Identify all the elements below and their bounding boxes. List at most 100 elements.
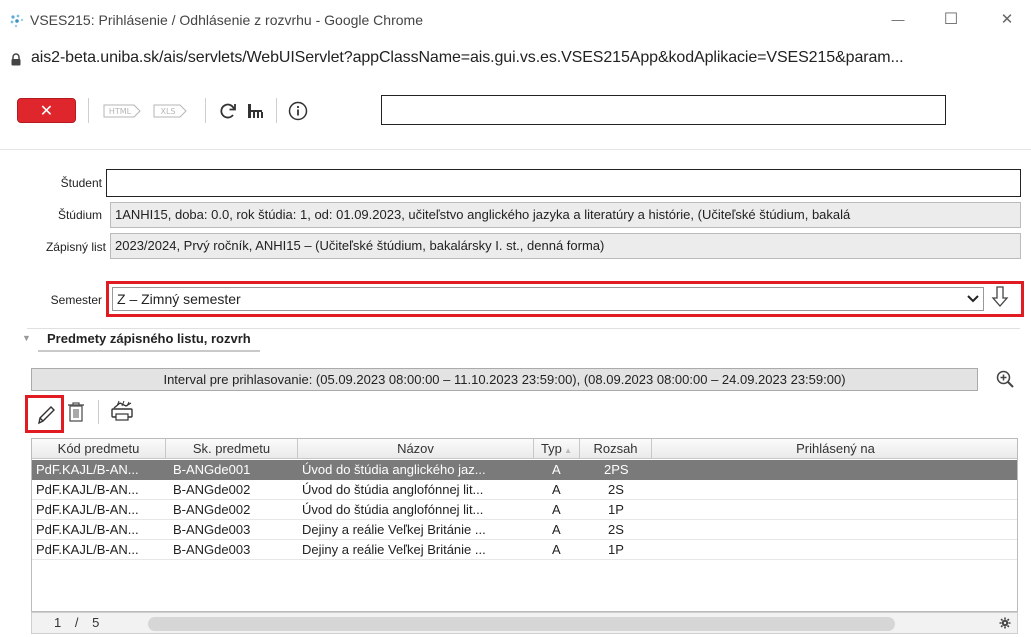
cell-nazov: Úvod do štúdia anglofónnej lit... [302,502,484,517]
table-row[interactable]: PdF.KAJL/B-AN... B-ANGde002 Úvod do štúd… [32,500,1017,520]
cell-nazov: Úvod do štúdia anglofónnej lit... [302,482,484,497]
cell-kod: PdF.KAJL/B-AN... [36,462,139,477]
study-field: 1ANHI15, doba: 0.0, rok štúdia: 1, od: 0… [110,202,1021,228]
cell-rozsah: 1P [608,542,624,557]
app-icon [10,14,24,28]
close-icon: ✕ [1000,11,1014,28]
chevron-down-icon [967,295,979,303]
url-text[interactable]: ais2-beta.uniba.sk/ais/servlets/WebUISer… [31,49,904,67]
column-header-nazov[interactable]: Názov [298,439,534,459]
column-header-prihlaseny[interactable]: Prihlásený na [652,439,1017,459]
hierarchy-icon [248,104,263,118]
xls-export-label: XLS [160,107,175,116]
cell-nazov: Úvod do štúdia anglického jaz... [302,462,486,477]
trash-icon[interactable] [66,401,86,423]
cell-nazov: Dejiny a reálie Veľkej Británie ... [302,522,486,537]
table-row[interactable]: PdF.KAJL/B-AN... B-ANGde003 Dejiny a reá… [32,520,1017,540]
table-row[interactable]: PdF.KAJL/B-AN... B-ANGde002 Úvod do štúd… [32,480,1017,500]
pager-current[interactable]: 1 [54,615,61,630]
cell-sk: B-ANGde002 [173,482,251,497]
cell-rozsah: 2PS [604,462,629,477]
cell-typ: A [552,482,561,497]
cell-typ: A [552,522,561,537]
cell-prihlaseny [656,480,1016,500]
sort-icon: ▲ [561,446,573,455]
export-html-button[interactable]: HTML [102,100,142,122]
pencil-icon[interactable] [36,404,56,426]
column-header-typ[interactable]: Typ ▲ [534,439,580,459]
maximize-icon: ☐ [943,11,959,28]
table-header: Kód predmetu Sk. predmetu Názov Typ ▲ Ro… [32,439,1017,459]
table-row[interactable]: PdF.KAJL/B-AN... B-ANGde003 Dejiny a reá… [32,540,1017,560]
cell-kod: PdF.KAJL/B-AN... [36,542,139,557]
arrow-down-icon[interactable] [990,286,1010,308]
toolbar-divider [98,400,99,424]
section-title: Predmety zápisného listu, rozvrh [47,331,251,346]
cell-prihlaseny [656,540,1016,560]
semester-highlight: Z – Zimný semester [106,281,1024,317]
student-label: Študent [60,176,102,190]
gear-icon[interactable] [999,617,1011,629]
toolbar-divider [276,98,277,123]
html-export-label: HTML [109,107,132,116]
close-app-button[interactable]: ✕ [17,98,76,123]
cell-rozsah: 2S [608,482,624,497]
edit-highlight [25,395,64,433]
info-button[interactable] [287,100,309,122]
column-header-rozsah[interactable]: Rozsah [580,439,652,459]
table-row[interactable]: PdF.KAJL/B-AN... B-ANGde001 Úvod do štúd… [32,460,1017,480]
semester-select[interactable]: Z – Zimný semester [112,287,984,311]
html-export-icon: HTML [103,104,141,118]
window-close-button[interactable]: ✕ [992,6,1022,32]
print-icon[interactable] [110,400,134,422]
cell-kod: PdF.KAJL/B-AN... [36,482,139,497]
cell-prihlaseny [656,520,1016,540]
column-header-sk[interactable]: Sk. predmetu [166,439,298,459]
cell-sk: B-ANGde003 [173,542,251,557]
column-header-typ-label: Typ [540,441,562,456]
semester-label: Semester [50,293,102,307]
pager-total: 5 [92,615,100,630]
semester-value: Z – Zimný semester [117,291,241,307]
pager: 1 / 5 [54,615,99,630]
address-bar[interactable]: ais2-beta.uniba.sk/ais/servlets/WebUISer… [0,40,1031,78]
student-field[interactable] [106,169,1021,197]
cell-sk: B-ANGde002 [173,502,251,517]
registration-interval: Interval pre prihlasovanie: (05.09.2023 … [31,368,978,391]
enrollment-field: 2023/2024, Prvý ročník, ANHI15 – (Učiteľ… [110,233,1021,259]
cell-typ: A [552,542,561,557]
lock-icon [11,53,21,66]
structure-button[interactable] [244,100,266,122]
toolbar-search-input[interactable] [381,95,946,125]
export-xls-button[interactable]: XLS [152,100,188,122]
cell-kod: PdF.KAJL/B-AN... [36,522,139,537]
section-underline [38,350,260,352]
horizontal-scrollbar[interactable] [148,617,895,631]
cell-typ: A [552,462,561,477]
cell-prihlaseny [656,460,1016,480]
info-icon [288,101,308,121]
minimize-icon: — [891,11,905,27]
collapse-caret-icon[interactable]: ▼ [22,333,31,343]
app-toolbar: ✕ HTML XLS [0,78,1031,150]
study-label: Štúdium [57,208,102,222]
zoom-in-icon[interactable] [996,370,1014,388]
window-title: VSES215: Prihlásenie / Odhlásenie z rozv… [30,12,423,28]
cell-typ: A [552,502,561,517]
cell-rozsah: 1P [608,502,624,517]
cell-sk: B-ANGde001 [173,462,251,477]
maximize-button[interactable]: ☐ [936,6,966,32]
pager-separator: / [74,615,79,630]
toolbar-divider [88,98,89,123]
divider [27,328,1020,329]
subjects-table: Kód predmetu Sk. predmetu Názov Typ ▲ Ro… [31,438,1018,612]
refresh-button[interactable] [217,100,239,122]
table-footer: 1 / 5 [31,612,1018,634]
refresh-icon [220,103,236,119]
toolbar-divider [205,98,206,123]
cell-prihlaseny [656,500,1016,520]
column-header-kod[interactable]: Kód predmetu [32,439,166,459]
cell-nazov: Dejiny a reálie Veľkej Británie ... [302,542,486,557]
cell-sk: B-ANGde003 [173,522,251,537]
minimize-button[interactable]: — [883,6,913,32]
